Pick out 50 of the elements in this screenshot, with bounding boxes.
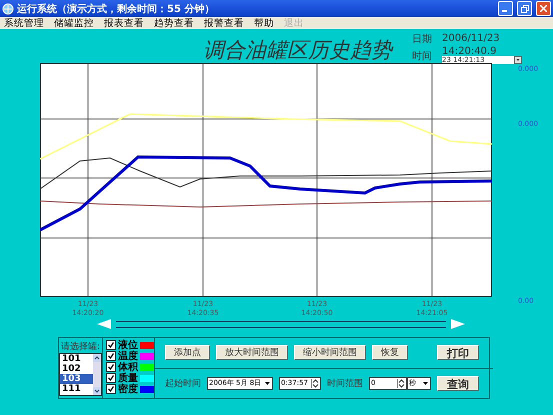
menu-item[interactable]: 报表查看 (104, 16, 144, 30)
app-icon (2, 2, 14, 14)
window-title: 运行系统（演示方式，剩余时间：55 分钟） (17, 2, 216, 16)
restore-button[interactable] (517, 1, 532, 16)
checkbox[interactable] (106, 340, 116, 350)
list-item[interactable]: 102 (60, 364, 93, 374)
spinner-icon (397, 378, 405, 388)
time-scrollbar[interactable] (116, 320, 446, 328)
checkbox[interactable] (106, 384, 116, 394)
dropdown-arrow-icon (514, 56, 522, 64)
list-item[interactable]: 111 (60, 384, 93, 394)
tank-select-label: 请选择罐: (60, 340, 100, 353)
checkbox[interactable] (106, 351, 116, 361)
series-label: 体积 (118, 360, 138, 373)
query-button[interactable]: 查询 (437, 376, 479, 391)
restore-icon (520, 4, 528, 12)
spinner-icon (311, 378, 319, 388)
menu-item[interactable]: 帮助 (254, 16, 274, 30)
action-button[interactable]: 添加点 (165, 345, 210, 360)
action-button[interactable]: 缩小时间范围 (294, 345, 366, 360)
range-label: 时间范围 (327, 378, 363, 390)
page-title: 调合油罐区历史趋势 (202, 37, 394, 64)
time-value: 14:20:40.9 (442, 46, 498, 57)
menu-item[interactable]: 趋势查看 (154, 16, 194, 30)
minimize-button[interactable] (498, 1, 513, 16)
dropdown-arrow-icon (264, 380, 271, 387)
date-label: 日期 (412, 32, 433, 46)
scroll-up-icon[interactable] (93, 354, 101, 362)
start-time-label: 起始时间 (165, 378, 201, 390)
list-item[interactable]: 103 (60, 374, 93, 384)
dropdown-arrow-icon (422, 380, 429, 387)
series-label: 温度 (118, 350, 138, 362)
menu-item[interactable]: 报警查看 (204, 16, 244, 30)
series-label: 质量 (118, 372, 138, 384)
series-label: 密度 (118, 382, 138, 396)
time-label: 时间 (412, 50, 433, 63)
close-button[interactable] (536, 1, 551, 16)
menu-item[interactable]: 系统管理 (4, 16, 44, 30)
tank-listbox[interactable]: 101 102 103 111 (59, 353, 102, 396)
checkbox[interactable] (106, 373, 116, 383)
print-button[interactable]: 打印 (437, 345, 479, 360)
close-icon (540, 5, 547, 12)
action-button[interactable]: 恢复 (372, 345, 408, 360)
menu-item[interactable]: 储罐监控 (54, 16, 94, 30)
series-label: 液位 (118, 338, 138, 351)
action-button[interactable]: 放大时间范围 (216, 345, 288, 360)
list-item[interactable]: 101 (60, 354, 93, 364)
date-value: 2006/11/23 (442, 33, 501, 44)
scroll-down-icon[interactable] (93, 387, 101, 395)
checkbox[interactable] (106, 362, 116, 372)
